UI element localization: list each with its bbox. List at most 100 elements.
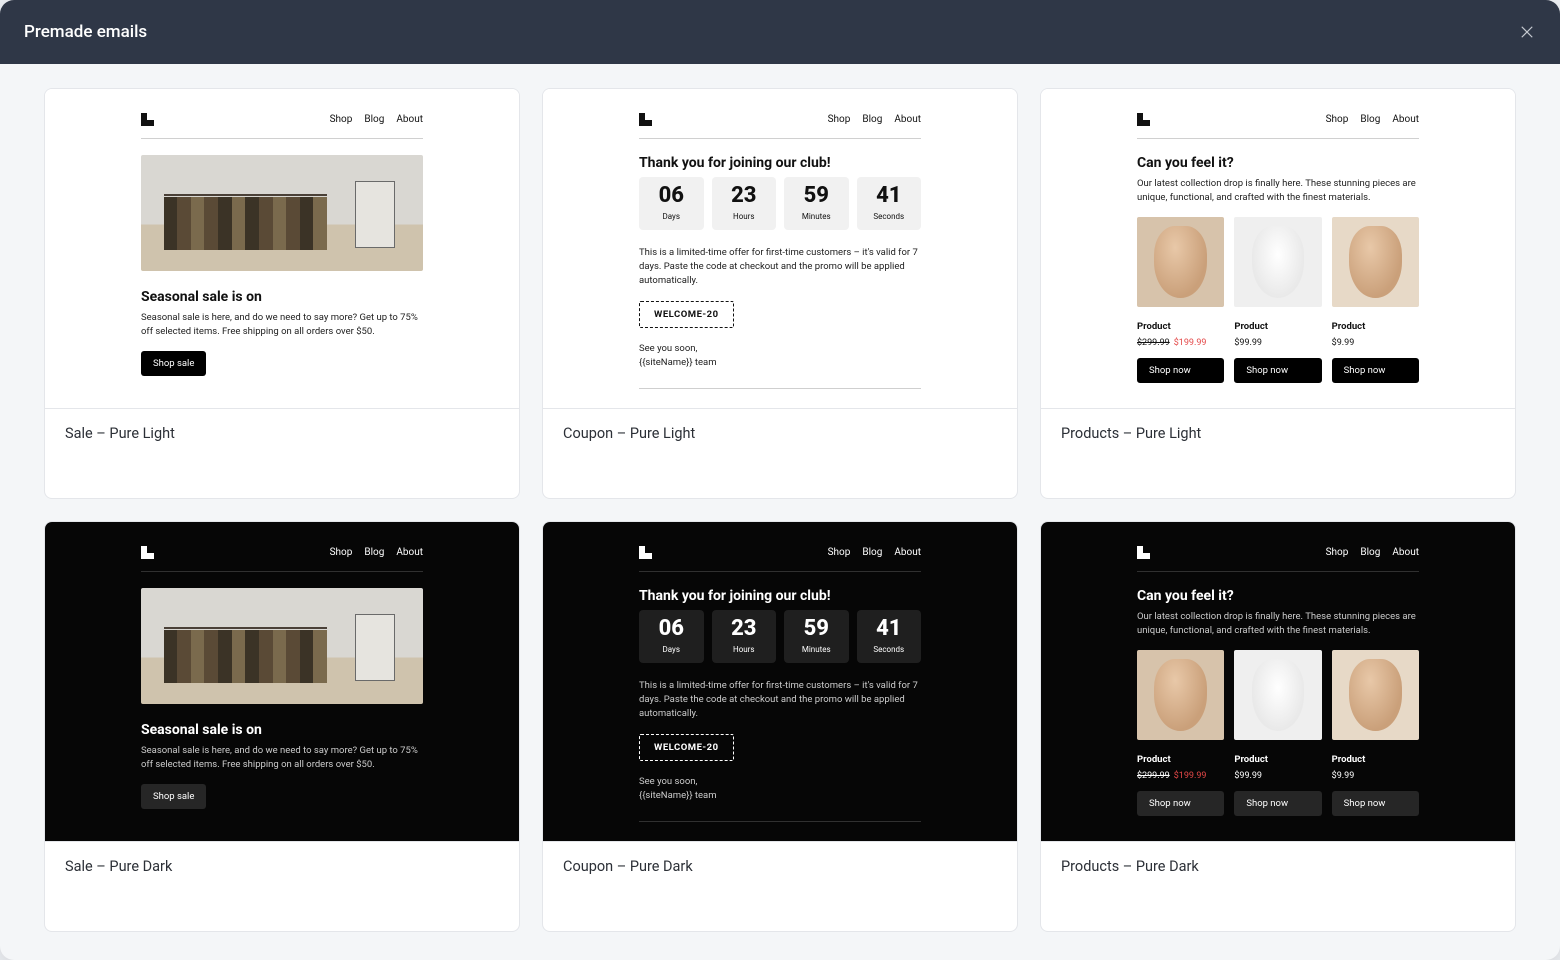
preview-heading: Thank you for joining our club!	[639, 588, 921, 604]
product-title: Product	[1137, 321, 1224, 332]
product-item: Product $9.99 Shop now	[1332, 217, 1419, 383]
product-item: Product $99.99 Shop now	[1234, 650, 1321, 816]
template-caption: Products – Pure Dark	[1041, 842, 1515, 891]
price: $99.99	[1234, 338, 1321, 348]
countdown-minutes: 59	[784, 618, 849, 640]
nav-link: Blog	[364, 114, 384, 125]
nav-link: About	[1392, 114, 1419, 125]
dialog-header: Premade emails	[0, 0, 1560, 64]
countdown-days: 06	[639, 185, 704, 207]
divider	[639, 388, 921, 389]
nav-link: Shop	[1326, 114, 1349, 125]
product-title: Product	[1332, 321, 1419, 332]
template-caption: Coupon – Pure Light	[543, 409, 1017, 458]
divider	[639, 571, 921, 572]
countdown: 06Days 23Hours 59Minutes 41Seconds	[639, 177, 921, 230]
product-cta: Shop now	[1332, 791, 1419, 816]
template-card-sale-light[interactable]: Shop Blog About Seasonal sale is on Seas…	[44, 88, 520, 499]
divider	[141, 138, 423, 139]
price-new: $199.99	[1174, 771, 1207, 781]
preview-nav: Shop Blog About	[1137, 546, 1419, 559]
price: $9.99	[1332, 338, 1419, 348]
price: $99.99	[1234, 771, 1321, 781]
hero-image	[141, 588, 423, 704]
product-item: Product $299.99 $199.99 Shop now	[1137, 217, 1224, 383]
template-card-products-light[interactable]: Shop Blog About Can you feel it? Our lat…	[1040, 88, 1516, 499]
nav-link: Blog	[364, 547, 384, 558]
product-title: Product	[1234, 754, 1321, 765]
dialog-title: Premade emails	[24, 22, 147, 42]
nav-link: Shop	[1326, 547, 1349, 558]
logo-icon	[639, 113, 652, 126]
template-card-products-dark[interactable]: Shop Blog About Can you feel it? Our lat…	[1040, 521, 1516, 932]
price-new: $199.99	[1174, 338, 1207, 348]
divider	[1137, 138, 1419, 139]
template-grid: Shop Blog About Seasonal sale is on Seas…	[0, 64, 1560, 960]
nav-link: About	[396, 547, 423, 558]
preview-heading: Seasonal sale is on	[141, 289, 423, 305]
preview-nav: Shop Blog About	[639, 546, 921, 559]
preview-body: This is a limited-time offer for first-t…	[639, 246, 921, 287]
template-card-coupon-light[interactable]: Shop Blog About Thank you for joining ou…	[542, 88, 1018, 499]
preview-heading: Seasonal sale is on	[141, 722, 423, 738]
countdown-days: 06	[639, 618, 704, 640]
template-card-coupon-dark[interactable]: Shop Blog About Thank you for joining ou…	[542, 521, 1018, 932]
nav-link: Blog	[862, 547, 882, 558]
template-caption: Sale – Pure Dark	[45, 842, 519, 891]
nav-link: Shop	[330, 547, 353, 558]
template-thumbnail: Shop Blog About Thank you for joining ou…	[543, 89, 1017, 409]
countdown-seconds: 41	[857, 618, 922, 640]
divider	[141, 571, 423, 572]
product-image	[1234, 217, 1321, 307]
product-item: Product $99.99 Shop now	[1234, 217, 1321, 383]
product-cta: Shop now	[1234, 358, 1321, 383]
product-item: Product $299.99$199.99 Shop now	[1137, 650, 1224, 816]
template-card-sale-dark[interactable]: Shop Blog About Seasonal sale is on Seas…	[44, 521, 520, 932]
signoff-team: {{siteName}} team	[639, 357, 717, 368]
nav-link: About	[894, 547, 921, 558]
product-title: Product	[1332, 754, 1419, 765]
logo-icon	[1137, 113, 1150, 126]
divider	[639, 138, 921, 139]
countdown-minutes: 59	[784, 185, 849, 207]
coupon-code: WELCOME-20	[639, 734, 734, 761]
nav-link: About	[1392, 547, 1419, 558]
product-cta: Shop now	[1332, 358, 1419, 383]
product-image	[1137, 217, 1224, 307]
price-old: $299.99	[1137, 338, 1170, 348]
nav-link: About	[894, 114, 921, 125]
product-cta: Shop now	[1234, 791, 1321, 816]
preview-body: Seasonal sale is here, and do we need to…	[141, 744, 423, 772]
preview-nav: Shop Blog About	[141, 113, 423, 126]
preview-cta: Shop sale	[141, 784, 206, 809]
preview-nav: Shop Blog About	[141, 546, 423, 559]
countdown-seconds: 41	[857, 185, 922, 207]
divider	[639, 821, 921, 822]
template-caption: Products – Pure Light	[1041, 409, 1515, 458]
divider	[1137, 571, 1419, 572]
product-row: Product $299.99$199.99 Shop now Product …	[1137, 650, 1419, 816]
product-row: Product $299.99 $199.99 Shop now Product …	[1137, 217, 1419, 383]
product-image	[1332, 650, 1419, 740]
signoff: See you soon,	[639, 776, 697, 787]
preview-body: Our latest collection drop is finally he…	[1137, 610, 1419, 638]
template-thumbnail: Shop Blog About Seasonal sale is on Seas…	[45, 522, 519, 842]
price: $9.99	[1332, 771, 1419, 781]
nav-link: Shop	[828, 114, 851, 125]
countdown-hours: 23	[712, 618, 777, 640]
nav-link: Shop	[330, 114, 353, 125]
close-button[interactable]	[1518, 23, 1536, 41]
product-cta: Shop now	[1137, 791, 1224, 816]
product-cta: Shop now	[1137, 358, 1224, 383]
product-image	[1137, 650, 1224, 740]
preview-heading: Thank you for joining our club!	[639, 155, 921, 171]
preview-nav: Shop Blog About	[1137, 113, 1419, 126]
preview-nav: Shop Blog About	[639, 113, 921, 126]
nav-link: Blog	[1360, 547, 1380, 558]
logo-icon	[639, 546, 652, 559]
nav-link: Blog	[1360, 114, 1380, 125]
template-caption: Coupon – Pure Dark	[543, 842, 1017, 891]
product-title: Product	[1137, 754, 1224, 765]
preview-body: Seasonal sale is here, and do we need to…	[141, 311, 423, 339]
product-image	[1332, 217, 1419, 307]
